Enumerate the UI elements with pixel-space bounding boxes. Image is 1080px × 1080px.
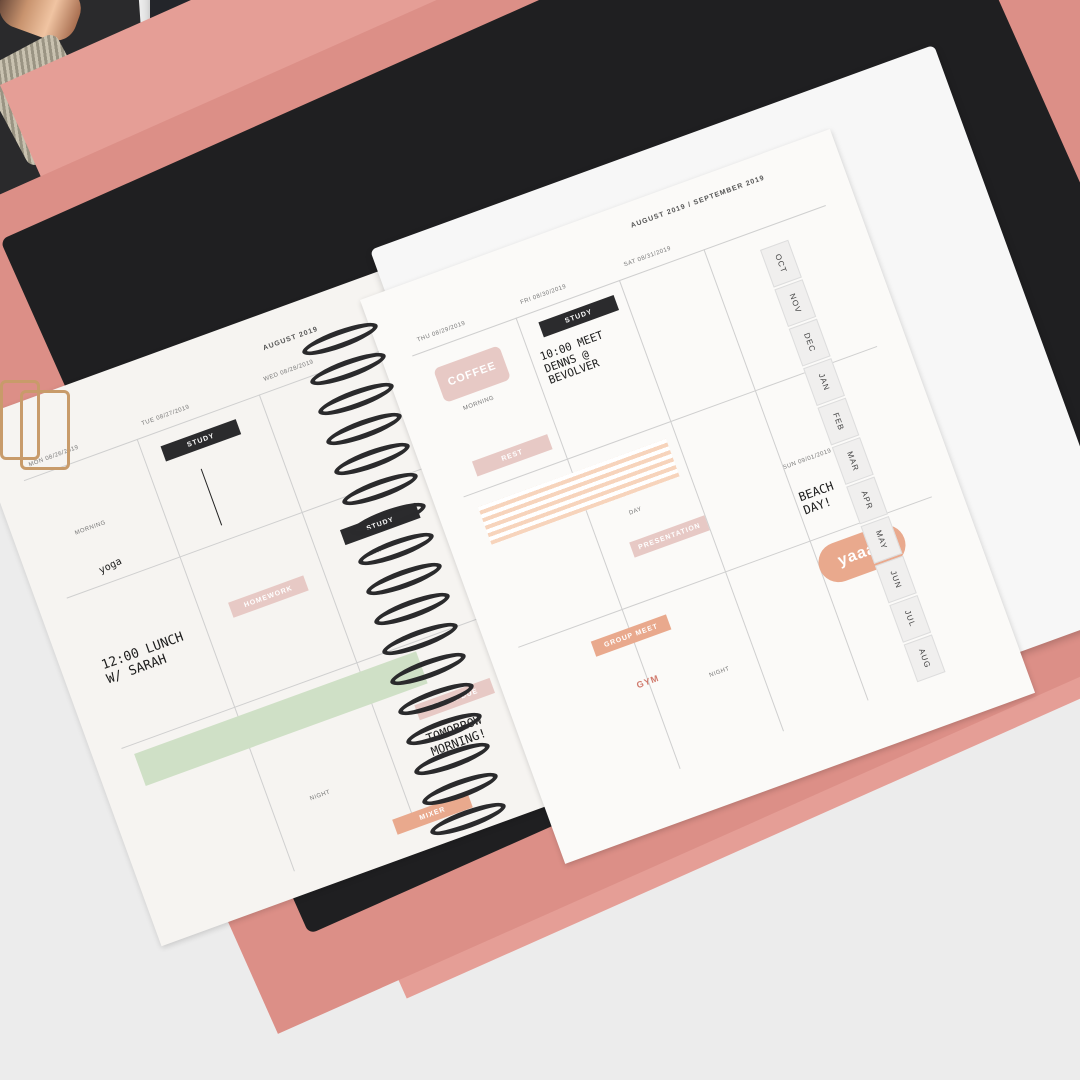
beach-note: BEACH DAY!	[796, 478, 836, 518]
gym-sticker: GYM	[635, 672, 661, 691]
lunch-note: 12:00 LUNCH W/ SARAH	[99, 629, 186, 688]
r-day-label: DAY	[628, 506, 643, 517]
meet-note: 10:00 MEET DENNS @ BEVOLVER	[538, 328, 605, 388]
day-label-tue: TUE 08/27/2019	[140, 404, 191, 428]
homework-sticker: HOMEWORK	[228, 575, 309, 618]
coffee-sticker: COFFEE	[433, 345, 512, 404]
day-label-sat: SAT 08/31/2019	[623, 245, 672, 269]
r-col-rule-2	[618, 279, 784, 732]
arrow-line	[200, 468, 223, 526]
r-morning-label: MORNING	[462, 395, 496, 412]
spiral-binding	[299, 316, 509, 870]
binder-clip-handle	[20, 390, 70, 470]
group-meet-sticker: GROUP MEET	[590, 614, 672, 657]
day-label-sun: SUN 09/01/2019	[782, 448, 833, 472]
yoga-note: yoga	[97, 556, 124, 577]
r-night-label: NIGHT	[708, 666, 731, 679]
presentation-sticker: PRESENTATION	[629, 515, 710, 558]
study-sticker-right: STUDY	[538, 294, 620, 338]
morning-label: MORNING	[74, 519, 107, 537]
rest-sticker: REST	[471, 434, 553, 477]
